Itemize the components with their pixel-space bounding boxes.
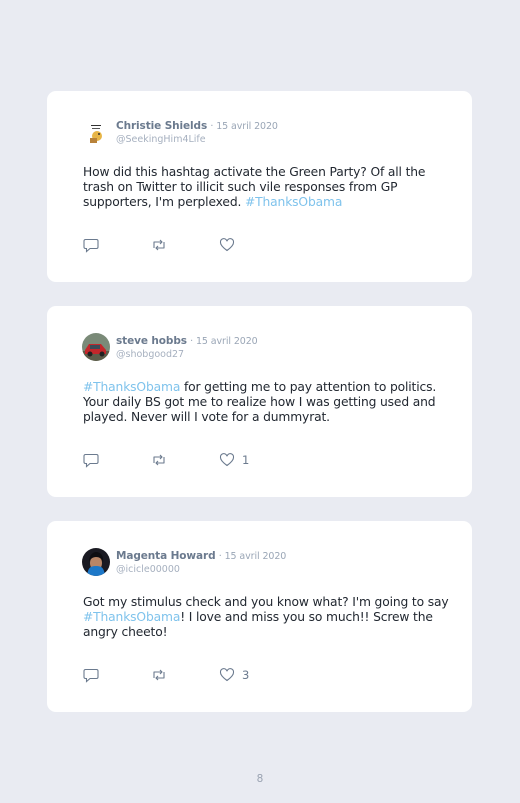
red-car-avatar-icon[interactable] xyxy=(82,333,110,361)
retweet-icon[interactable] xyxy=(151,452,167,468)
author-name[interactable]: Magenta Howard xyxy=(116,550,216,562)
author-line: Magenta Howard · 15 avril 2020 xyxy=(116,550,286,562)
author-handle[interactable]: @icicle00000 xyxy=(116,564,180,575)
tweet-date: · 15 avril 2020 xyxy=(190,336,258,347)
hashtag-link[interactable]: #ThanksObama xyxy=(83,380,180,394)
tweet-date: · 15 avril 2020 xyxy=(210,121,278,132)
tweet-text: #ThanksObama for getting me to pay atten… xyxy=(83,380,437,425)
hashtag-link[interactable]: #ThanksObama xyxy=(83,610,180,624)
reply-icon[interactable] xyxy=(83,667,99,683)
author-line: Christie Shields · 15 avril 2020 xyxy=(116,120,278,132)
tweet-text: Got my stimulus check and you know what?… xyxy=(83,595,449,640)
heart-icon[interactable] xyxy=(219,667,235,683)
author-name[interactable]: steve hobbs xyxy=(116,335,187,347)
retweet-icon[interactable] xyxy=(151,237,167,253)
tweet-actions: 3 xyxy=(83,667,303,683)
retweet-icon[interactable] xyxy=(151,667,167,683)
heart-icon[interactable] xyxy=(219,452,235,468)
author-handle[interactable]: @shobgood27 xyxy=(116,349,184,360)
tweet-actions: 1 xyxy=(83,452,303,468)
portrait-avatar-icon[interactable] xyxy=(82,548,110,576)
reply-icon[interactable] xyxy=(83,452,99,468)
cartoon-avatar-icon[interactable] xyxy=(82,118,110,146)
tweet-card[interactable]: Christie Shields · 15 avril 2020 @Seekin… xyxy=(47,91,472,282)
author-line: steve hobbs · 15 avril 2020 xyxy=(116,335,258,347)
author-handle[interactable]: @SeekingHim4Life xyxy=(116,134,206,145)
reply-icon[interactable] xyxy=(83,237,99,253)
page-number: 8 xyxy=(256,773,264,785)
author-name[interactable]: Christie Shields xyxy=(116,120,207,132)
hashtag-link[interactable]: #ThanksObama xyxy=(245,195,342,209)
tweet-text: How did this hashtag activate the Green … xyxy=(83,165,426,210)
tweet-card[interactable]: Magenta Howard · 15 avril 2020 @icicle00… xyxy=(47,521,472,712)
tweet-actions xyxy=(83,237,303,253)
heart-icon[interactable] xyxy=(219,237,235,253)
like-count: 3 xyxy=(242,668,250,682)
tweet-card[interactable]: steve hobbs · 15 avril 2020 @shobgood27 … xyxy=(47,306,472,497)
tweet-date: · 15 avril 2020 xyxy=(218,551,287,562)
like-count: 1 xyxy=(242,453,250,467)
